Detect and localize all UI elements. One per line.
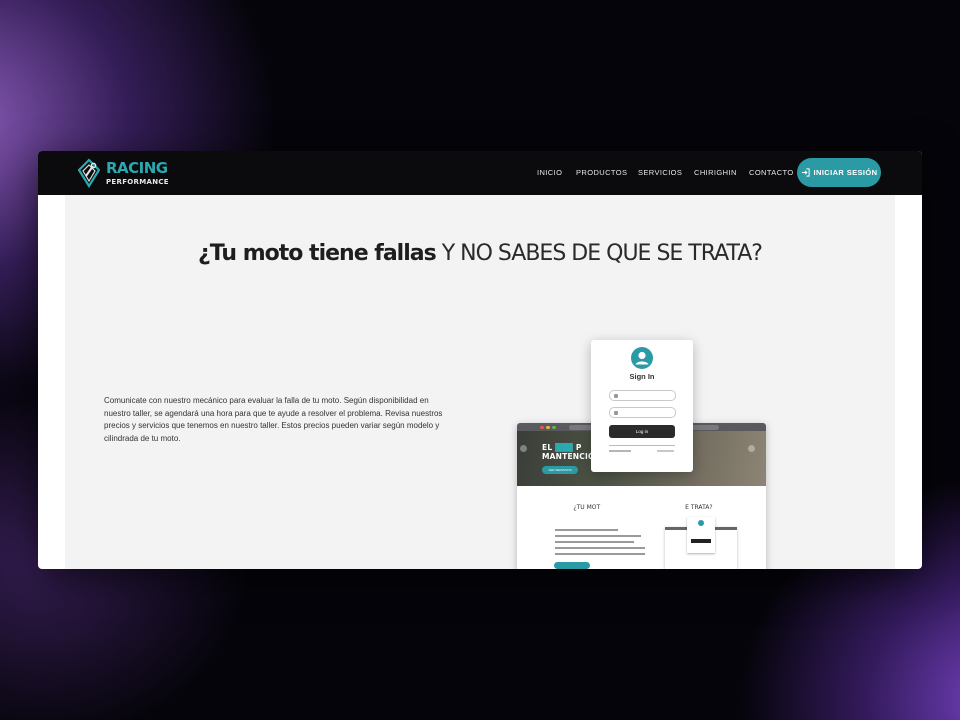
login-arrow-icon — [801, 168, 810, 177]
preview-headline: ¿TU MOT E TRATA? — [573, 504, 713, 511]
preview-mini-screenshot — [665, 517, 737, 569]
preview-dot-green — [552, 425, 556, 429]
hero-description: Comunicate con nuestro mecánico para eva… — [104, 396, 443, 443]
nav-item-servicios[interactable]: SERVICIOS — [638, 168, 682, 177]
headline-bold: ¿Tu moto tiene fallas — [198, 241, 437, 266]
signin-footer-right — [657, 450, 674, 452]
login-button[interactable]: INICIAR SESIÓN — [797, 158, 881, 187]
nav-item-productos[interactable]: PRODUCTOS — [576, 168, 627, 177]
nav-item-chirighin[interactable]: CHIRIGHIN — [694, 168, 737, 177]
preview-text-lines — [555, 529, 645, 559]
headline-rest: Y NO SABES DE QUE SE TRATA? — [441, 241, 763, 266]
page-headline: ¿Tu moto tiene fallas Y NO SABES DE QUE … — [65, 241, 895, 266]
navbar: RACING PERFORMANCE INICIO PRODUCTOS SERV… — [38, 151, 922, 195]
preview-hero-button: VER SERVICIOS — [542, 466, 578, 474]
user-circle-icon — [631, 347, 653, 369]
login-button-label: INICIAR SESIÓN — [813, 168, 878, 177]
preview-dot-yellow — [546, 425, 550, 429]
signin-login-button: Log in — [609, 425, 675, 438]
signin-title: Sign In — [629, 372, 655, 381]
signin-username-field — [609, 390, 676, 401]
signin-footer-left — [609, 450, 631, 452]
main-content: ¿Tu moto tiene fallas Y NO SABES DE QUE … — [65, 195, 895, 569]
preview-dot-red — [540, 425, 544, 429]
preview-arrow-left-icon — [520, 445, 527, 452]
preview-arrow-right-icon — [748, 445, 755, 452]
user-icon — [614, 393, 618, 398]
signin-separator — [609, 445, 675, 446]
signin-password-field — [609, 407, 676, 418]
brand-name: RACING — [106, 159, 168, 177]
nav-item-inicio[interactable]: INICIO — [537, 168, 562, 177]
nav-item-contacto[interactable]: CONTACTO — [749, 168, 794, 177]
lock-icon — [614, 410, 618, 415]
signin-card-image: Sign In Log in — [591, 340, 693, 472]
brand-tagline: PERFORMANCE — [106, 178, 169, 186]
preview-cta-button — [554, 562, 590, 569]
browser-window: RACING PERFORMANCE INICIO PRODUCTOS SERV… — [38, 151, 922, 569]
brand-logo[interactable]: RACING PERFORMANCE — [78, 157, 169, 189]
wrench-shield-icon — [78, 158, 100, 188]
